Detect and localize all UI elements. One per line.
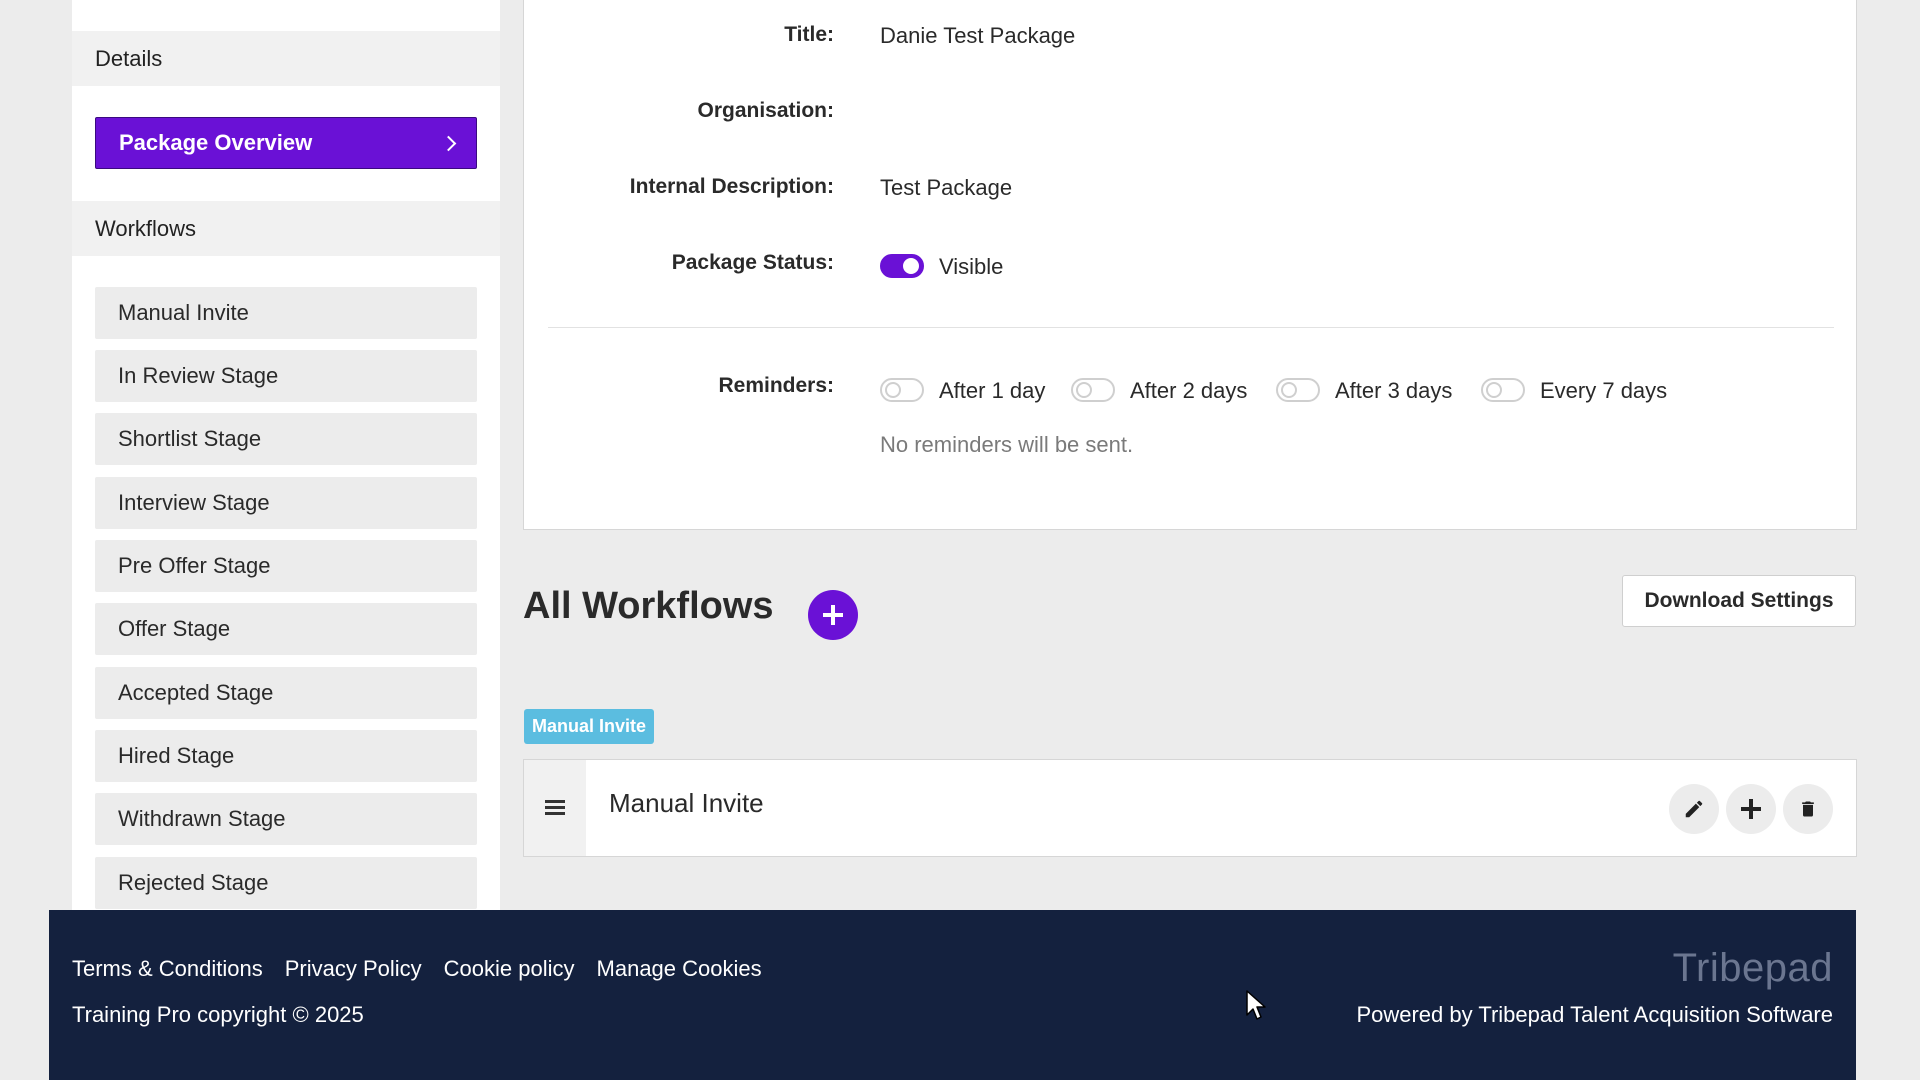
divider: [548, 327, 1834, 328]
terms-link[interactable]: Terms & Conditions: [72, 956, 263, 982]
sidebar-item-shortlist-stage[interactable]: Shortlist Stage: [95, 413, 477, 465]
chevron-right-icon: [440, 135, 457, 151]
sidebar-item-manual-invite[interactable]: Manual Invite: [95, 287, 477, 339]
title-value: Danie Test Package: [880, 23, 1076, 48]
sidebar-item-interview-stage[interactable]: Interview Stage: [95, 477, 477, 529]
reminder-label-after-1-day: After 1 day: [939, 378, 1046, 403]
workflow-tag: Manual Invite: [524, 709, 655, 744]
sidebar-item-withdrawn-stage[interactable]: Withdrawn Stage: [95, 793, 477, 845]
internal-description-label: Internal Description:: [629, 175, 834, 198]
cookie-policy-link[interactable]: Cookie policy: [444, 956, 575, 982]
manage-cookies-link[interactable]: Manage Cookies: [597, 956, 762, 982]
sidebar-item-package-overview[interactable]: Package Overview: [95, 117, 477, 169]
copyright: Training Pro copyright © 2025: [72, 1002, 364, 1027]
plus-icon: [1741, 799, 1761, 819]
download-settings-button[interactable]: Download Settings: [1622, 575, 1856, 627]
sidebar-item-hired-stage[interactable]: Hired Stage: [95, 730, 477, 782]
reminder-toggle-after-2-days[interactable]: [1071, 378, 1115, 402]
package-details-card: Title: Danie Test Package Organisation: …: [523, 0, 1857, 530]
sidebar-header-details: Details: [72, 31, 500, 86]
powered-by: Powered by Tribepad Talent Acquisition S…: [1356, 1002, 1833, 1027]
toggle-knob: [1076, 382, 1092, 398]
sidebar-item-accepted-stage[interactable]: Accepted Stage: [95, 667, 477, 719]
sidebar-item-rejected-stage[interactable]: Rejected Stage: [95, 857, 477, 909]
footer: Terms & Conditions Privacy Policy Cookie…: [49, 910, 1856, 1080]
reminders-note: No reminders will be sent.: [880, 432, 1134, 457]
mouse-cursor-icon: [1246, 990, 1266, 1020]
sidebar: Details Package Overview Workflows Manua…: [72, 0, 500, 910]
hamburger-icon: [545, 800, 565, 816]
reminders-label: Reminders:: [718, 374, 834, 397]
package-status-toggle[interactable]: [880, 254, 924, 278]
edit-button[interactable]: [1669, 784, 1719, 834]
toggle-knob: [903, 258, 919, 274]
trash-icon: [1802, 801, 1814, 817]
toggle-knob: [1486, 382, 1502, 398]
toggle-knob: [1281, 382, 1297, 398]
package-status-value: Visible: [939, 254, 1004, 279]
workflow-row: Manual Invite: [523, 759, 1857, 857]
reminder-toggle-after-1-day[interactable]: [880, 378, 924, 402]
internal-description-value: Test Package: [880, 175, 1013, 200]
privacy-policy-link[interactable]: Privacy Policy: [285, 956, 422, 982]
workflow-row-title: Manual Invite: [609, 788, 764, 818]
reminder-label-after-3-days: After 3 days: [1335, 378, 1453, 403]
package-status-label: Package Status:: [671, 251, 834, 274]
reminder-label-every-7-days: Every 7 days: [1540, 378, 1668, 403]
reminder-toggle-every-7-days[interactable]: [1481, 378, 1525, 402]
sidebar-item-pre-offer-stage[interactable]: Pre Offer Stage: [95, 540, 477, 592]
all-workflows-heading: All Workflows: [523, 585, 774, 627]
reminder-toggle-after-3-days[interactable]: [1276, 378, 1320, 402]
sidebar-item-in-review-stage[interactable]: In Review Stage: [95, 350, 477, 402]
toggle-knob: [885, 382, 901, 398]
add-workflow-button[interactable]: [808, 590, 858, 640]
footer-links: Terms & Conditions Privacy Policy Cookie…: [72, 956, 762, 982]
drag-handle[interactable]: [524, 760, 586, 856]
sidebar-item-offer-stage[interactable]: Offer Stage: [95, 603, 477, 655]
organisation-label: Organisation:: [697, 99, 834, 122]
sidebar-header-workflows: Workflows: [72, 201, 500, 256]
tribepad-logo: Tribepad: [1672, 946, 1833, 990]
delete-button[interactable]: [1783, 784, 1833, 834]
reminder-label-after-2-days: After 2 days: [1130, 378, 1248, 403]
plus-icon: [823, 605, 843, 625]
sidebar-item-label: Package Overview: [119, 130, 313, 155]
title-label: Title:: [784, 23, 834, 46]
pencil-icon: [1685, 800, 1703, 818]
add-stage-button[interactable]: [1726, 784, 1776, 834]
